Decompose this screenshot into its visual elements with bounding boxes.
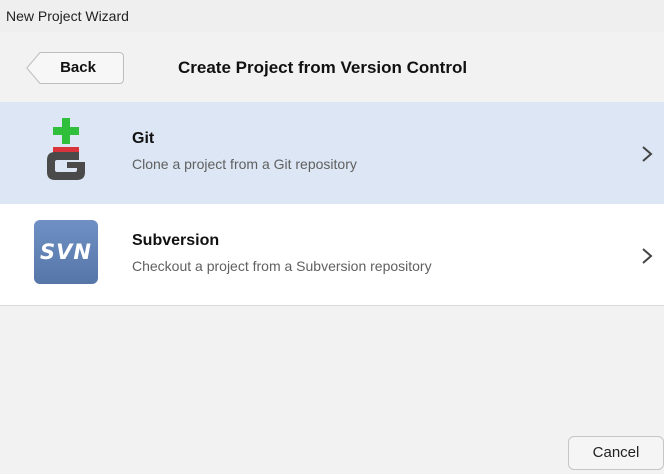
window-title: New Project Wizard	[0, 0, 664, 32]
chevron-right-icon	[642, 146, 653, 162]
option-subversion-description: Checkout a project from a Subversion rep…	[132, 258, 432, 274]
option-git[interactable]: Git Clone a project from a Git repositor…	[0, 102, 664, 204]
option-git-title: Git	[132, 130, 155, 147]
option-git-description: Clone a project from a Git repository	[132, 156, 357, 172]
cancel-button[interactable]: Cancel	[568, 436, 664, 470]
page-title: Create Project from Version Control	[178, 58, 468, 77]
svn-icon: SVN	[34, 220, 98, 284]
option-subversion[interactable]: SVN Subversion Checkout a project from a…	[0, 204, 664, 306]
chevron-right-icon	[642, 248, 653, 264]
back-button-label: Back	[60, 59, 96, 76]
back-button[interactable]: Back	[26, 52, 124, 84]
git-icon	[34, 118, 98, 182]
option-subversion-title: Subversion	[132, 232, 220, 249]
wizard-header: Back Create Project from Version Control	[0, 32, 664, 102]
svn-icon-text: SVN	[34, 220, 98, 284]
